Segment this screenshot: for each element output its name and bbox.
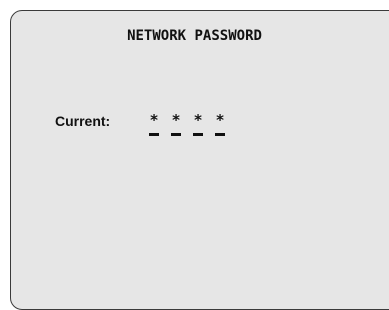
password-char-slot: * xyxy=(170,112,192,144)
char-underline xyxy=(171,133,181,136)
masked-char: * xyxy=(150,111,158,129)
char-underline xyxy=(215,133,225,136)
screen-title: NETWORK PASSWORD xyxy=(127,28,262,44)
current-password-input[interactable]: * * * * xyxy=(148,112,236,144)
dialog-panel xyxy=(10,10,389,310)
current-password-label: Current: xyxy=(55,113,111,129)
masked-char: * xyxy=(172,111,180,129)
char-underline xyxy=(193,133,203,136)
char-underline xyxy=(149,133,159,136)
password-char-slot: * xyxy=(214,112,236,144)
masked-char: * xyxy=(194,111,202,129)
masked-char: * xyxy=(216,111,224,129)
password-char-slot: * xyxy=(148,112,170,144)
password-char-slot: * xyxy=(192,112,214,144)
